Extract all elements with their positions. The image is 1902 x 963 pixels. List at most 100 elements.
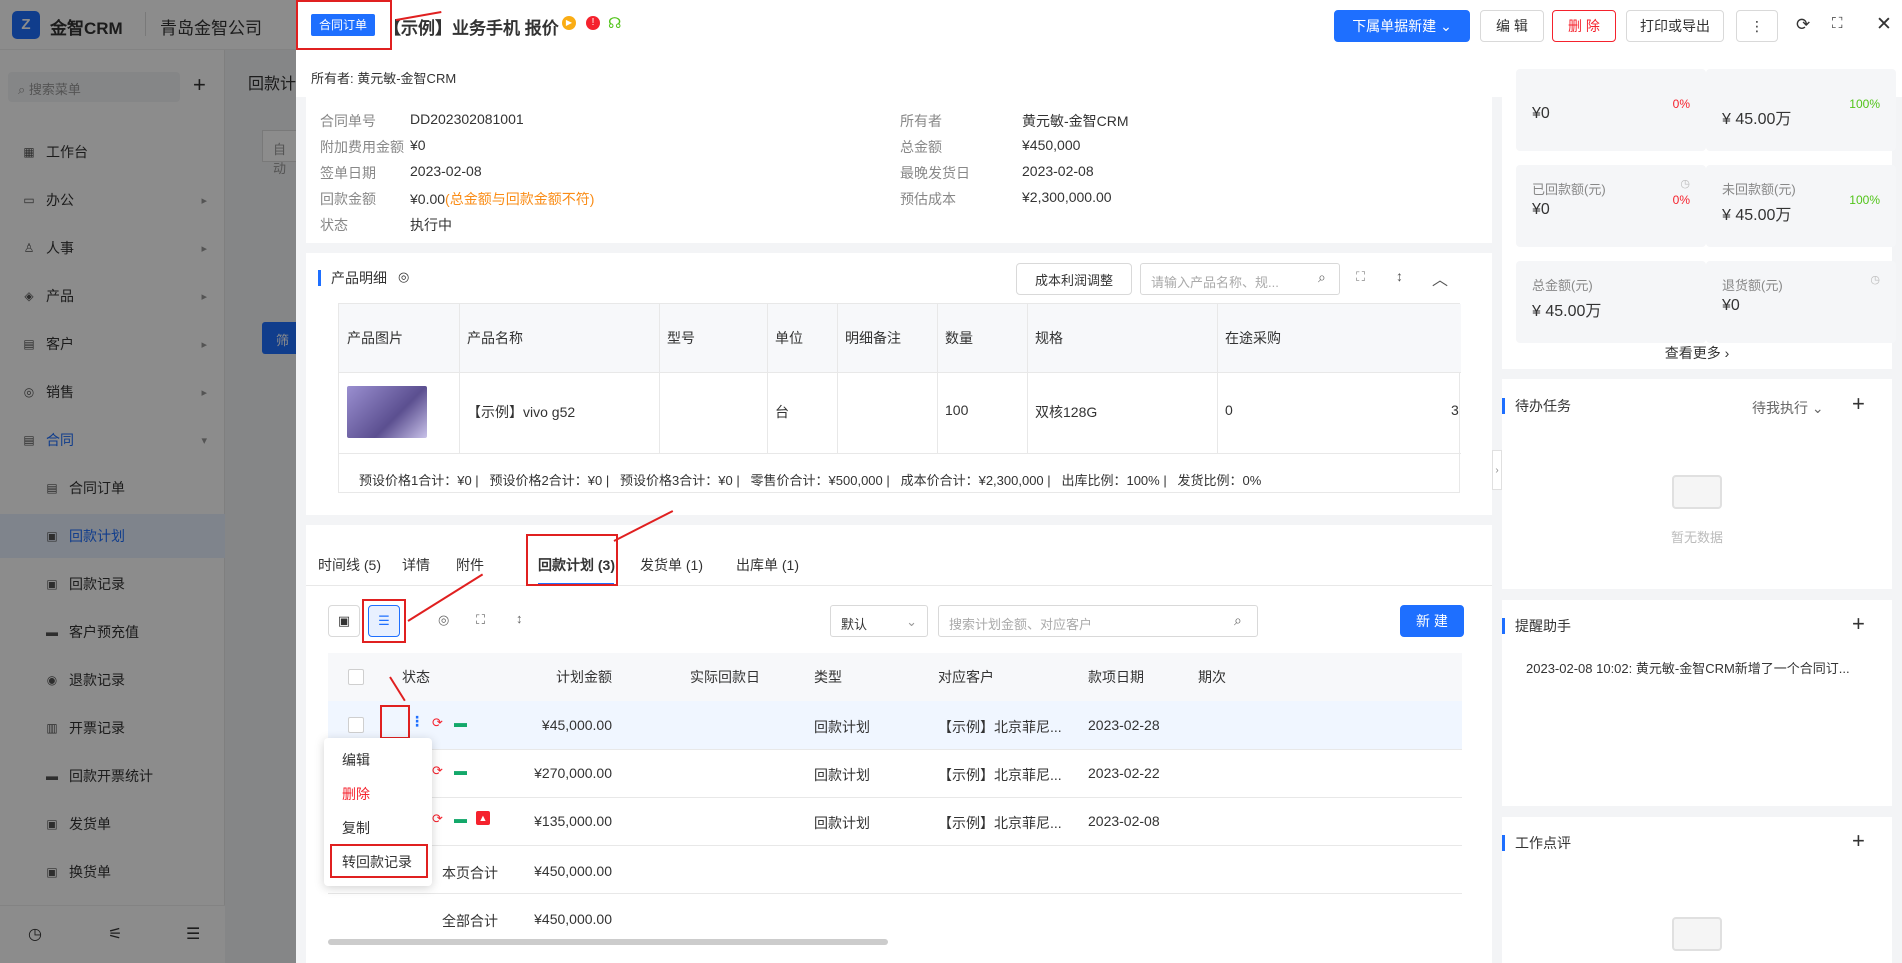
- context-menu-item-0[interactable]: 编辑: [342, 750, 370, 770]
- info-value-text: 执行中: [410, 217, 452, 233]
- headset-icon[interactable]: ☊: [608, 14, 621, 32]
- highlight-box: [380, 705, 410, 739]
- plan-customer-link[interactable]: 【示例】北京菲尼...: [938, 717, 1062, 737]
- stat-card: ¥0 0%: [1516, 69, 1706, 151]
- stat-card: 总金额(元) ¥ 45.00万: [1516, 261, 1706, 343]
- add-icon[interactable]: +: [1852, 611, 1865, 637]
- product-name-link[interactable]: 【示例】vivo g52: [467, 402, 575, 422]
- more-button[interactable]: ⋮: [1736, 10, 1778, 42]
- product-section-title: 产品明细: [318, 270, 387, 286]
- product-qty: 100: [945, 402, 969, 418]
- view-more-link[interactable]: 查看更多 ›: [1502, 343, 1892, 363]
- page-total-value: ¥450,000.00: [534, 863, 612, 879]
- context-menu-item-2[interactable]: 复制: [342, 818, 370, 838]
- product-extra: 3: [1451, 402, 1459, 418]
- info-label: 合同单号: [320, 113, 376, 129]
- alert-icon[interactable]: !: [586, 16, 600, 30]
- new-plan-button[interactable]: 新 建: [1400, 605, 1464, 637]
- new-sub-button[interactable]: 下属单据新建 ⌄: [1334, 10, 1470, 42]
- plan-amount[interactable]: ¥135,000.00: [504, 813, 612, 829]
- chevron-up-icon[interactable]: ︿: [1432, 266, 1448, 290]
- plan-date: 2023-02-08: [1088, 813, 1160, 829]
- highlight-box: [296, 0, 392, 50]
- product-image: [347, 386, 427, 438]
- add-icon[interactable]: +: [1852, 391, 1865, 417]
- play-icon[interactable]: ▶: [562, 16, 576, 30]
- empty-box-icon: [1672, 917, 1722, 951]
- plan-amount[interactable]: ¥45,000.00: [504, 717, 612, 733]
- plan-type: 回款计划: [814, 815, 870, 831]
- sort-select[interactable]: 默认 ⌄: [830, 605, 928, 637]
- tab-0[interactable]: 时间线 (5): [318, 555, 381, 575]
- sync-icon: ⟳: [432, 811, 443, 826]
- column-divider: [937, 304, 938, 453]
- reminder-text[interactable]: 2023-02-08 10:02: 黄元敏-金智CRM新增了一个合同订...: [1526, 658, 1850, 677]
- delete-button[interactable]: 删 除: [1552, 10, 1616, 42]
- info-value: ¥450,000: [1022, 137, 1081, 153]
- plan-search-input[interactable]: 搜索计划金额、对应客户: [938, 605, 1258, 637]
- stat-title: 已回款额(元): [1532, 182, 1606, 197]
- edit-button[interactable]: 编 辑: [1480, 10, 1544, 42]
- collapse-handle-icon[interactable]: ›: [1492, 450, 1502, 490]
- info-card: 合同单号 DD202302081001 附加费用金额 ¥0 签单日期 2023-02-08…: [306, 97, 1492, 243]
- info-value: 黄元敏-金智CRM: [1022, 113, 1129, 129]
- settings-icon[interactable]: ◎: [398, 269, 409, 285]
- plan-customer-link[interactable]: 【示例】北京菲尼...: [938, 813, 1062, 833]
- hover-row-bg: [328, 701, 1462, 749]
- product-search-input[interactable]: 请输入产品名称、规...: [1140, 263, 1340, 295]
- context-menu-item-1[interactable]: 删除: [342, 784, 370, 804]
- row-divider: [328, 749, 1462, 750]
- add-icon[interactable]: +: [1852, 828, 1865, 854]
- height-icon[interactable]: ↕: [516, 611, 523, 626]
- tab-1[interactable]: 详情: [402, 555, 430, 575]
- product-column-header: 型号: [667, 330, 695, 346]
- stat-card: 已回款额(元) ¥0 0% ◷: [1516, 165, 1706, 247]
- search-icon[interactable]: ⌕: [1234, 612, 1242, 629]
- info-label: 总金额: [900, 139, 942, 155]
- info-value: ¥2,300,000.00: [1022, 189, 1112, 205]
- fullscreen-icon[interactable]: ⛶: [1832, 15, 1843, 32]
- warning-icon: ▲: [476, 811, 490, 825]
- select-all-checkbox[interactable]: [348, 669, 364, 685]
- info-value: DD202302081001: [410, 111, 524, 127]
- print-export-button[interactable]: 打印或导出: [1626, 10, 1724, 42]
- column-divider: [1217, 304, 1218, 453]
- stat-card: ¥ 45.00万 100%: [1706, 69, 1896, 151]
- tab-2[interactable]: 附件: [456, 555, 484, 575]
- horizontal-scrollbar[interactable]: [328, 939, 888, 945]
- settings-icon[interactable]: ◎: [438, 612, 449, 628]
- invoice-icon: ▬: [454, 715, 467, 730]
- todo-card: 待办任务 待我执行 ⌄ + 暂无数据: [1502, 379, 1892, 589]
- row-actions-icon[interactable]: ⋮: [410, 713, 424, 730]
- todo-title: 待办任务: [1502, 398, 1571, 414]
- clock-icon: ◷: [1680, 178, 1690, 190]
- info-label: 签单日期: [320, 165, 376, 181]
- review-card: 工作点评 +: [1502, 817, 1892, 963]
- tab-5[interactable]: 出库单 (1): [736, 555, 799, 575]
- chart-view-icon[interactable]: ▣: [328, 605, 360, 637]
- todo-filter-select[interactable]: 待我执行 ⌄: [1752, 398, 1824, 418]
- fullscreen-icon[interactable]: ⛶: [476, 612, 485, 628]
- stat-percent: 100%: [1849, 193, 1880, 207]
- plan-amount[interactable]: ¥270,000.00: [504, 765, 612, 781]
- tab-4[interactable]: 发货单 (1): [640, 555, 703, 575]
- cost-profit-button[interactable]: 成本利润调整: [1016, 263, 1132, 295]
- info-label: 所有者: [900, 113, 942, 129]
- expand-icon[interactable]: ⛶: [1356, 269, 1365, 285]
- search-icon[interactable]: ⌕: [1318, 269, 1326, 286]
- stats-card: ¥0 0% ¥ 45.00万 100% 已回款额(元) ¥0 0% ◷ 未回款额(元) ¥ 45.…: [1502, 69, 1896, 369]
- info-label: 状态: [320, 217, 348, 233]
- stat-percent: 100%: [1849, 97, 1880, 111]
- product-table: 产品图片 产品名称 型号 单位 明细备注 数量 规格 在途采购 【示例】vivo g52 台 …: [338, 303, 1461, 493]
- stat-value: ¥0: [1532, 105, 1550, 122]
- plan-customer-link[interactable]: 【示例】北京菲尼...: [938, 765, 1062, 785]
- close-icon[interactable]: ✕: [1876, 13, 1892, 36]
- page-total-label: 本页合计: [442, 865, 498, 881]
- row-checkbox[interactable]: [348, 717, 364, 733]
- column-divider: [767, 304, 768, 453]
- empty-box-icon: [1672, 475, 1722, 509]
- plan-type: 回款计划: [814, 719, 870, 735]
- info-value-text: 2023-02-08: [410, 163, 482, 179]
- height-icon[interactable]: ↕: [1396, 268, 1403, 284]
- refresh-icon[interactable]: ⟳: [1796, 15, 1810, 35]
